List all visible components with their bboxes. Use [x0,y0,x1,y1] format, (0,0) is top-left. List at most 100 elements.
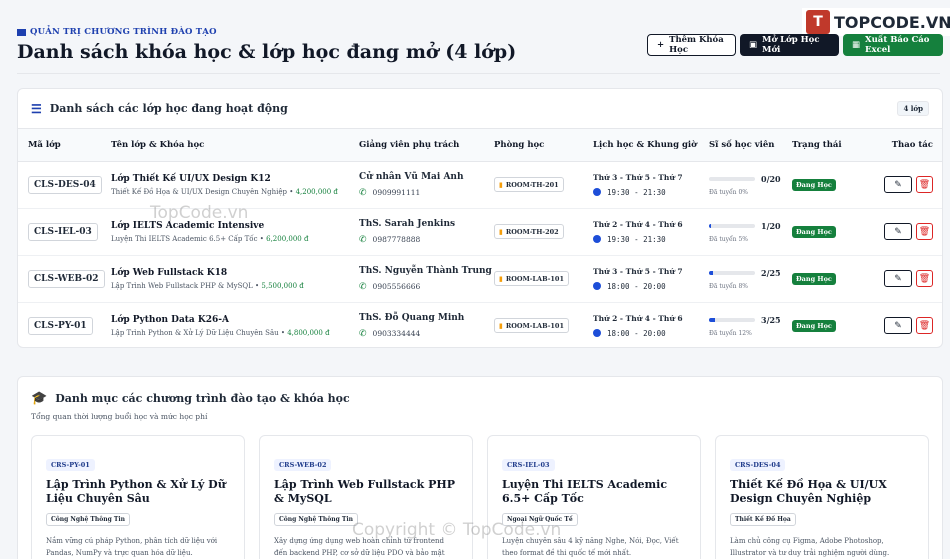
chalkboard-icon: ▣ [749,40,758,50]
program-code: CRS-WEB-02 [274,459,332,471]
program-code: CRS-IEL-03 [502,459,555,471]
table-row: CLS-DES-04 Lớp Thiết Kế UI/UX Design K12 T… [18,161,942,208]
cell-code: CLS-DES-04 [18,161,111,208]
capacity-row: 1/20 [709,221,792,231]
teacher-phone: ✆ 0909991111 [359,188,494,198]
programs-subtitle: Tổng quan thời lượng buổi học và mức học… [31,412,208,421]
edit-button[interactable]: ✎ [884,176,912,193]
program-card[interactable]: CRS-DES-04 Thiết Kế Đồ Họa & UI/UX Design… [715,435,929,559]
classes-card-header: ☰ Danh sách các lớp học đang hoạt động 4… [18,89,942,129]
cell-status: Đang Học [792,302,872,347]
excel-icon: ▦ [852,40,861,50]
capacity-count: 3/25 [761,314,781,325]
class-code: CLS-IEL-03 [28,222,98,241]
room-code: ROOM-LAB-101 [505,274,564,283]
program-category: Thiết Kế Đồ Họa [730,513,796,526]
cell-schedule: Thứ 2 - Thứ 4 - Thứ 6 18:00 - 20:00 [593,302,709,347]
schedule-time: 18:00 - 20:00 [607,328,666,338]
capacity-bar [709,317,755,322]
status-badge: Đang Học [792,178,836,191]
table-row: CLS-PY-01 Lớp Python Data K26-A Lập Trình … [18,302,942,347]
schedule-time: 19:30 - 21:30 [607,187,666,197]
programs-header: 🎓 Danh mục các chương trình đào tạo & kh… [18,377,942,406]
cell-status: Đang Học [792,208,872,255]
capacity-fill [709,270,713,275]
course-name: Lập Trình Web Fullstack PHP & MySQL [111,281,253,290]
list-icon: ☰ [31,101,42,116]
program-code: CRS-DES-04 [730,459,786,471]
program-card[interactable]: CRS-PY-01 Lập Trình Python & Xử Lý Dữ Liệ… [31,435,245,559]
schedule-time-row: 18:00 - 20:00 [593,282,709,291]
page: QUẢN TRỊ CHƯƠNG TRÌNH ĐÀO TẠO Danh sách … [0,0,950,559]
course-name: Luyện Thi IELTS Academic 6.5+ Cấp Tốc [111,234,258,243]
capacity-fill [709,317,715,322]
capacity-percent: Đã tuyển 12% [709,329,752,337]
cell-status: Đang Học [792,255,872,302]
cell-actions: ✎ 🗑 [872,302,942,347]
row-actions: ✎ 🗑 [872,317,942,334]
eyebrow-label: QUẢN TRỊ CHƯƠNG TRÌNH ĐÀO TẠO [30,27,217,37]
class-name: Lớp IELTS Academic Intensive [111,220,265,231]
row-actions: ✎ 🗑 [872,176,942,193]
delete-button[interactable]: 🗑 [916,176,933,193]
cell-teacher: ThS. Đỗ Quang Minh ✆ 0903334444 [359,302,494,347]
export-label: Xuất Báo Cáo Excel [865,35,930,55]
phone-icon: ✆ [359,281,367,292]
cell-capacity: 1/20 Đã tuyển 5% [709,208,792,255]
cell-actions: ✎ 🗑 [872,208,942,255]
cell-name: Lớp Web Fullstack K18 Lập Trình Web Fulls… [111,255,359,302]
cell-status: Đang Học [792,161,872,208]
capacity-bar [709,223,755,228]
cell-actions: ✎ 🗑 [872,161,942,208]
course-price: 4,200,000 đ [295,187,338,196]
capacity-count: 2/25 [761,267,781,278]
program-card[interactable]: CRS-IEL-03 Luyện Thi IELTS Academic 6.5+ … [487,435,701,559]
cell-name: Lớp Thiết Kế UI/UX Design K12 Thiết Kế Đồ… [111,161,359,208]
edit-button[interactable]: ✎ [884,270,912,287]
delete-button[interactable]: 🗑 [916,270,933,287]
course-price: 4,800,000 đ [287,328,330,337]
class-code: CLS-WEB-02 [28,269,105,288]
cell-code: CLS-PY-01 [18,302,111,347]
schedule-days: Thứ 2 - Thứ 4 - Thứ 6 [593,313,683,323]
schedule-time-row: 18:00 - 20:00 [593,329,709,338]
schedule-time: 19:30 - 21:30 [607,234,666,244]
delete-button[interactable]: 🗑 [916,223,933,240]
clock-icon [593,235,601,243]
add-course-button[interactable]: + Thêm Khóa Học [647,34,736,56]
trash-icon: 🗑 [918,320,931,331]
teacher-phone: ✆ 0903334444 [359,329,494,339]
cell-schedule: Thứ 2 - Thứ 4 - Thứ 6 19:30 - 21:30 [593,208,709,255]
col-room: Phòng học [494,129,593,162]
header-divider [17,73,940,74]
capacity-percent: Đã tuyển 0% [709,188,748,196]
edit-button[interactable]: ✎ [884,317,912,334]
capacity-bar [709,270,755,275]
program-card[interactable]: CRS-WEB-02 Lập Trình Web Fullstack PHP & … [259,435,473,559]
program-description: Luyện chuyên sâu 4 kỹ năng Nghe, Nói, Đọ… [502,537,679,557]
table-row: CLS-WEB-02 Lớp Web Fullstack K18 Lập Trình… [18,255,942,302]
program-title: Lập Trình Python & Xử Lý Dữ Liệu Chuyên … [46,478,226,505]
class-name: Lớp Web Fullstack K18 [111,267,228,278]
course-price: 6,200,000 đ [266,234,309,243]
cell-actions: ✎ 🗑 [872,255,942,302]
export-excel-button[interactable]: ▦ Xuất Báo Cáo Excel [843,34,943,56]
phone-number: 0903334444 [372,329,421,338]
status-badge: Đang Học [792,319,836,332]
status-badge: Đang Học [792,225,836,238]
clock-icon [593,188,601,196]
course-line: Thiết Kế Đồ Họa & UI/UX Design Chuyên Ng… [111,187,338,196]
edit-button[interactable]: ✎ [884,223,912,240]
delete-button[interactable]: 🗑 [916,317,933,334]
teacher-name: ThS. Nguyễn Thành Trung [359,265,492,276]
classes-card: ☰ Danh sách các lớp học đang hoạt động 4… [17,88,943,348]
logo-mark: T [806,10,830,34]
programs-card: 🎓 Danh mục các chương trình đào tạo & kh… [17,376,943,559]
clock-icon [593,282,601,290]
program-category: Công Nghệ Thông Tin [46,513,130,526]
open-class-button[interactable]: ▣ Mở Lớp Học Mới [740,34,839,56]
capacity-percent: Đã tuyển 8% [709,282,748,290]
schedule-time-row: 19:30 - 21:30 [593,235,709,244]
room-badge: ▮ ROOM-LAB-101 [494,318,569,333]
col-status: Trạng thái [792,129,872,162]
